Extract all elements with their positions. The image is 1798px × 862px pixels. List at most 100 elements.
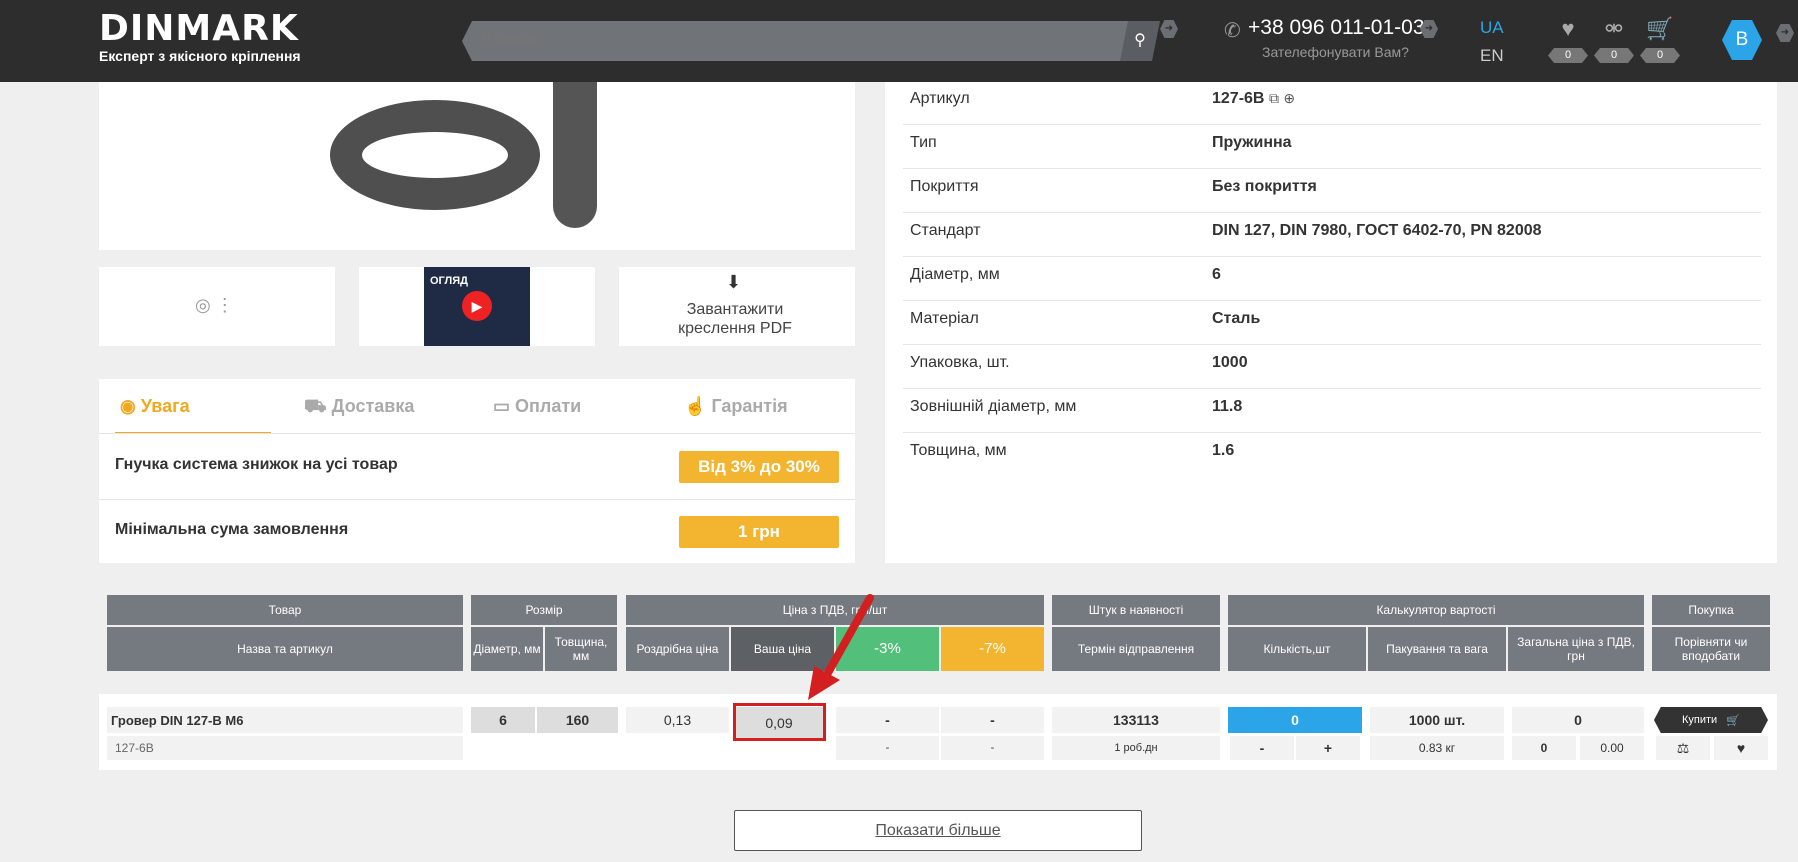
tab-label: Доставка: [331, 396, 415, 416]
spec-label: Покриття: [910, 178, 979, 195]
favorite-heart-icon[interactable]: ♥: [1714, 736, 1768, 760]
callback-link[interactable]: Зателефонувати Вам?: [1262, 44, 1409, 60]
th-packaging[interactable]: Пакування та вага: [1368, 627, 1506, 671]
th-diameter[interactable]: Діаметр, мм: [471, 627, 543, 671]
lang-ua[interactable]: UA: [1480, 18, 1504, 38]
spec-label: Зовнішній діаметр, мм: [910, 398, 1077, 415]
spec-value: 1000: [1212, 354, 1248, 371]
video-preview[interactable]: ОГЛЯД ▶: [424, 267, 530, 346]
compare-count: 0: [1594, 48, 1634, 63]
logo-slogan: Експерт з якісного кріплення: [99, 48, 301, 64]
row-packaging: 1000 шт.: [1370, 707, 1504, 733]
th-calculator: Калькулятор вартості: [1228, 595, 1644, 625]
spec-divider: [903, 344, 1761, 345]
tab-label: Оплати: [515, 396, 582, 416]
spec-value: 11.8: [1212, 398, 1243, 415]
th-shipping[interactable]: Термін відправлення: [1052, 627, 1220, 671]
decrement-button[interactable]: -: [1230, 736, 1294, 760]
truck-icon: ⛟: [304, 396, 327, 416]
th-quantity[interactable]: Кількість,шт: [1228, 627, 1366, 671]
spec-divider: [903, 124, 1761, 125]
product-name[interactable]: Гровер DIN 127-В М6: [107, 707, 463, 733]
lang-en[interactable]: EN: [1480, 46, 1504, 66]
spec-divider: [903, 212, 1761, 213]
phone-icon: ✆: [1224, 20, 1241, 42]
row-retail-price: 0,13: [626, 707, 729, 733]
tab-label: Гарантія: [711, 396, 788, 416]
favorites-count: 0: [1548, 48, 1588, 63]
buy-button[interactable]: Купити 🛒: [1654, 707, 1768, 733]
discount-badge: Від 3% до 30%: [679, 451, 839, 483]
spec-divider: [903, 256, 1761, 257]
phone-number[interactable]: +38 096 011-01-03: [1248, 16, 1425, 40]
logo-text: DINMARK: [99, 8, 299, 49]
row-discount-7: -: [941, 707, 1044, 733]
spec-label: Тип: [910, 134, 937, 151]
min-order-notice: Мінімальна сума замовлення: [115, 521, 349, 538]
product-image[interactable]: [330, 100, 540, 210]
tab-payment[interactable]: ▭ Оплати: [493, 396, 581, 417]
row-discount-7-sub: -: [941, 736, 1044, 760]
thumbs-up-icon: ☝: [684, 396, 707, 416]
compare-scale-icon[interactable]: ⚖: [1656, 736, 1710, 760]
cart-count: 0: [1640, 48, 1680, 63]
tab-warranty[interactable]: ☝ Гарантія: [684, 396, 788, 417]
spec-label: Діаметр, мм: [910, 266, 1000, 283]
specs-panel: [885, 82, 1777, 563]
row-total-b: 0.00: [1580, 736, 1644, 760]
spec-value: 127-6В ⧉ ⊕: [1212, 90, 1296, 107]
copy-icon[interactable]: ⧉: [1269, 90, 1279, 106]
spec-label: Стандарт: [910, 222, 981, 239]
pdf-download-label[interactable]: Завантажити креслення PDF: [650, 300, 820, 338]
spec-value: DIN 127, DIN 7980, ГОСТ 6402-70, PN 8200…: [1212, 222, 1542, 239]
video-label: ОГЛЯД: [430, 275, 468, 287]
money-icon: ▭: [493, 396, 511, 416]
spec-divider: [903, 168, 1761, 169]
spec-value: Сталь: [1212, 310, 1261, 327]
min-order-badge: 1 грн: [679, 516, 839, 548]
th-size: Розмір: [471, 595, 617, 625]
spec-value: 1.6: [1212, 442, 1235, 459]
row-shipping: 1 роб.дн: [1052, 736, 1220, 760]
th-stock: Штук в наявності: [1052, 595, 1220, 625]
add-icon[interactable]: ⊕: [1283, 90, 1295, 106]
cart-icon: 🛒: [1726, 714, 1741, 727]
spec-value: Пружинна: [1212, 134, 1292, 151]
row-total: 0: [1512, 707, 1644, 733]
product-sku: 127-6В: [107, 736, 463, 760]
spec-value: Без покриття: [1212, 178, 1317, 195]
tab-label: Увага: [140, 396, 190, 416]
tab-delivery[interactable]: ⛟ Доставка: [304, 396, 414, 420]
divider: [99, 433, 855, 434]
product-image-side: [553, 82, 597, 228]
thumbnail-image[interactable]: ◎ ⋮: [99, 267, 335, 346]
discount-notice: Гнучка система знижок на усі товар: [115, 456, 398, 473]
row-discount-3: -: [836, 707, 939, 733]
logo[interactable]: DINMARK Експерт з якісного кріплення: [99, 8, 301, 65]
spec-label: Матеріал: [910, 310, 979, 327]
th-retail-price[interactable]: Роздрібна ціна: [626, 627, 729, 671]
th-total[interactable]: Загальна ціна з ПДВ, грн: [1508, 627, 1644, 671]
compare-icon[interactable]: ⚮: [1594, 16, 1634, 42]
warning-icon: ◉: [120, 396, 136, 416]
search-icon: ⚲: [1134, 32, 1146, 49]
cart-icon[interactable]: 🛒: [1640, 16, 1680, 42]
show-more-button[interactable]: Показати більше: [734, 810, 1142, 851]
row-total-a: 0: [1512, 736, 1576, 760]
th-compare[interactable]: Порівняти чи вподобати: [1652, 627, 1770, 671]
play-icon[interactable]: ▶: [462, 291, 492, 321]
heart-icon[interactable]: ♥: [1548, 16, 1588, 42]
spec-value: 6: [1212, 266, 1221, 283]
th-thickness[interactable]: Товщина, мм: [545, 627, 617, 671]
search-input[interactable]: [480, 30, 1040, 47]
quantity-input[interactable]: 0: [1228, 707, 1362, 733]
highlight-arrow-icon: [808, 594, 874, 700]
th-discount-7[interactable]: -7%: [941, 627, 1044, 671]
th-product: Товар: [107, 595, 463, 625]
th-name[interactable]: Назва та артикул: [107, 627, 463, 671]
increment-button[interactable]: +: [1296, 736, 1360, 760]
spec-divider: [903, 300, 1761, 301]
spec-label: Товщина, мм: [910, 442, 1007, 459]
tab-warning[interactable]: ◉ Увага: [120, 396, 190, 417]
row-weight: 0.83 кг: [1370, 736, 1504, 760]
